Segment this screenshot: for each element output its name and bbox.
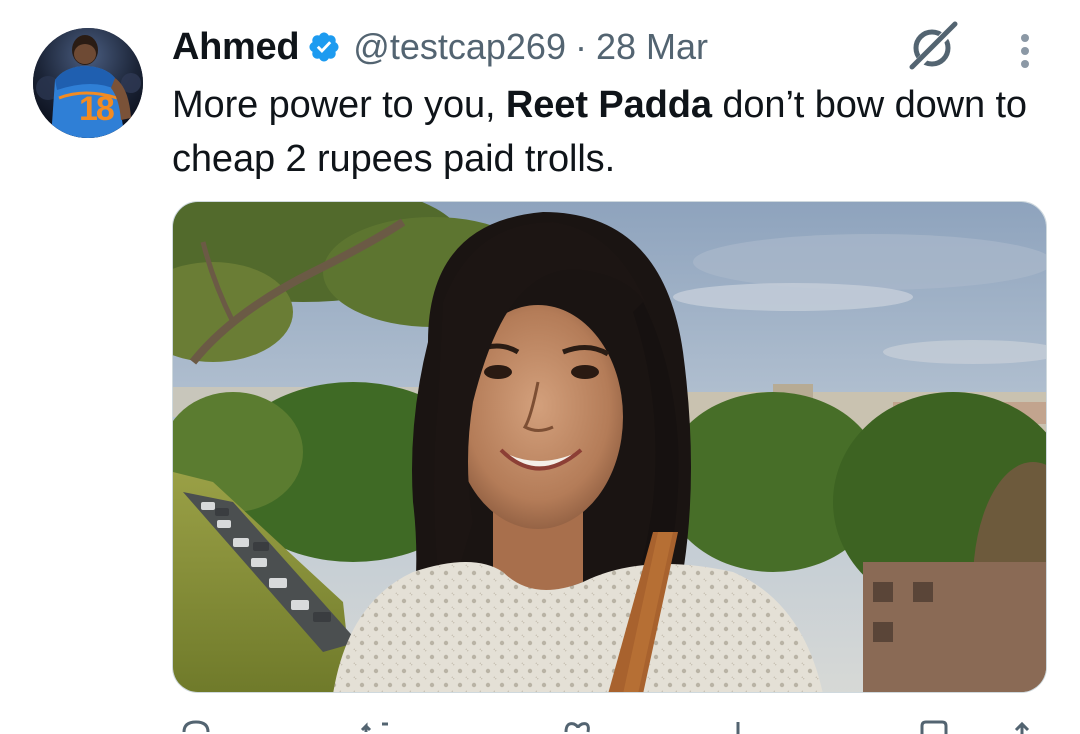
more-options-icon[interactable] [1012, 32, 1038, 72]
share-icon[interactable] [1004, 714, 1040, 734]
photo-of-person-outdoors [173, 202, 1046, 692]
tweet-text-mention-bold: Reet Padda [505, 84, 712, 126]
tweet-media-photo[interactable] [172, 201, 1047, 693]
verified-badge-icon[interactable] [307, 30, 341, 64]
tweet-date[interactable]: 28 Mar [596, 26, 708, 68]
tweet-text-part1: More power to you, [172, 84, 506, 126]
grok-icon[interactable] [906, 20, 960, 74]
tweet[interactable]: 18 Ahmed @testcap269 · 28 Mar More power… [0, 0, 1080, 734]
author-handle[interactable]: @testcap269 [353, 26, 566, 68]
tweet-text: More power to you, Reet Padda don’t bow … [172, 78, 1052, 186]
author-avatar[interactable]: 18 [33, 28, 143, 138]
retweet-icon[interactable] [358, 714, 394, 734]
reply-icon[interactable] [178, 714, 214, 734]
like-icon[interactable] [558, 714, 594, 734]
author-display-name[interactable]: Ahmed [172, 26, 300, 69]
header-separator: · [574, 26, 587, 67]
tweet-header: Ahmed @testcap269 · 28 Mar [172, 22, 708, 72]
bookmark-icon[interactable] [916, 714, 952, 734]
avatar-jersey-number: 18 [79, 90, 115, 128]
tweet-action-bar [172, 714, 1047, 734]
views-icon[interactable] [728, 714, 748, 734]
